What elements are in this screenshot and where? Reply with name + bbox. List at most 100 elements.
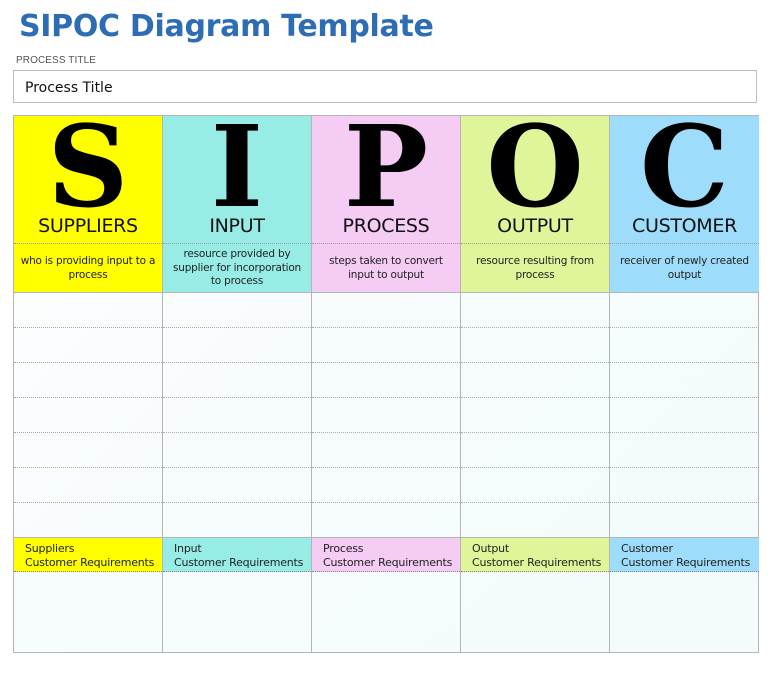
- input-entry-cell[interactable]: [163, 327, 311, 362]
- process-title-label: PROCESS TITLE: [16, 55, 97, 66]
- input-entry-cell[interactable]: [163, 292, 311, 327]
- row-divider: [14, 362, 162, 363]
- row-divider: [461, 362, 609, 363]
- sipoc-table: S SUPPLIERS who is providing input to a pr…: [13, 102, 759, 653]
- input-entry-cell[interactable]: [163, 502, 311, 537]
- row-divider: [312, 327, 460, 328]
- input-entry-cell[interactable]: [163, 362, 311, 397]
- customer-requirements-subtitle: Customer Requirements: [621, 556, 751, 569]
- input-entry-cell[interactable]: [163, 467, 311, 502]
- process-entry-cell[interactable]: [312, 397, 460, 432]
- column-suppliers: S SUPPLIERS who is providing input to a pr…: [14, 102, 163, 652]
- row-divider: [14, 502, 162, 503]
- row-divider: [312, 502, 460, 503]
- divider: [163, 243, 311, 244]
- input-requirements-cell[interactable]: [163, 572, 311, 652]
- row-divider: [312, 467, 460, 468]
- suppliers-requirements-cell[interactable]: [14, 572, 162, 652]
- column-customer: C CUSTOMER receiver of newly created outpu…: [610, 102, 759, 652]
- suppliers-entry-cell[interactable]: [14, 502, 162, 537]
- output-entry-cell[interactable]: [461, 362, 609, 397]
- input-letter: I: [210, 102, 264, 233]
- process-title-input[interactable]: Process Title: [13, 70, 757, 103]
- row-divider: [163, 327, 311, 328]
- row-divider: [163, 432, 311, 433]
- row-divider: [312, 362, 460, 363]
- suppliers-entry-cell[interactable]: [14, 327, 162, 362]
- customer-header: C CUSTOMER receiver of newly created outpu…: [610, 102, 759, 292]
- output-entry-cell[interactable]: [461, 397, 609, 432]
- suppliers-requirements-title: Suppliers: [25, 542, 75, 555]
- customer-requirements-header: Customer Customer Requirements: [610, 537, 759, 572]
- row-divider: [163, 397, 311, 398]
- output-description: resource resulting from process: [476, 255, 594, 281]
- output-entry-cell[interactable]: [461, 432, 609, 467]
- process-requirements-cell[interactable]: [312, 572, 460, 652]
- input-requirements-subtitle: Customer Requirements: [174, 556, 304, 569]
- output-heading: OUTPUT: [497, 215, 573, 237]
- input-header: I INPUT resource provided by supplier for …: [163, 102, 311, 292]
- customer-requirements-cell[interactable]: [610, 572, 759, 652]
- row-divider: [610, 467, 759, 468]
- row-divider: [312, 397, 460, 398]
- suppliers-entry-cell[interactable]: [14, 397, 162, 432]
- divider: [312, 243, 460, 244]
- suppliers-entry-cell[interactable]: [14, 467, 162, 502]
- suppliers-requirements-subtitle: Customer Requirements: [25, 556, 155, 569]
- output-entry-cell[interactable]: [461, 467, 609, 502]
- customer-entry-cell[interactable]: [610, 327, 759, 362]
- suppliers-entry-cell[interactable]: [14, 362, 162, 397]
- row-divider: [312, 432, 460, 433]
- customer-entry-cell[interactable]: [610, 432, 759, 467]
- process-entry-cell[interactable]: [312, 362, 460, 397]
- row-divider: [14, 397, 162, 398]
- process-entry-cell[interactable]: [312, 327, 460, 362]
- process-entry-cell[interactable]: [312, 502, 460, 537]
- process-description: steps taken to convert input to output: [329, 255, 443, 281]
- process-requirements-subtitle: Customer Requirements: [323, 556, 453, 569]
- suppliers-entry-cell[interactable]: [14, 292, 162, 327]
- output-entry-cell[interactable]: [461, 292, 609, 327]
- row-divider: [461, 397, 609, 398]
- output-entry-cell[interactable]: [461, 327, 609, 362]
- process-letter: P: [343, 102, 429, 233]
- page-title: SIPOC Diagram Template: [19, 9, 434, 44]
- output-entry-cell[interactable]: [461, 502, 609, 537]
- process-entry-cell[interactable]: [312, 432, 460, 467]
- row-divider: [163, 502, 311, 503]
- customer-entry-cell[interactable]: [610, 467, 759, 502]
- output-requirements-header: Output Customer Requirements: [461, 537, 609, 572]
- input-heading: INPUT: [209, 215, 265, 237]
- customer-letter: C: [639, 102, 730, 233]
- output-requirements-title: Output: [472, 542, 510, 555]
- suppliers-entry-cell[interactable]: [14, 432, 162, 467]
- suppliers-letter: S: [47, 102, 129, 233]
- customer-entry-cell[interactable]: [610, 502, 759, 537]
- process-entry-cell[interactable]: [312, 292, 460, 327]
- suppliers-description: who is providing input to a process: [20, 255, 156, 281]
- customer-requirements-title: Customer: [621, 542, 673, 555]
- row-divider: [610, 327, 759, 328]
- customer-entry-cell[interactable]: [610, 362, 759, 397]
- suppliers-requirements-header: Suppliers Customer Requirements: [14, 537, 162, 572]
- process-requirements-title: Process: [323, 542, 364, 555]
- input-entry-cell[interactable]: [163, 432, 311, 467]
- row-divider: [14, 432, 162, 433]
- customer-entry-cell[interactable]: [610, 292, 759, 327]
- customer-entry-cell[interactable]: [610, 397, 759, 432]
- input-entry-cell[interactable]: [163, 397, 311, 432]
- row-divider: [163, 362, 311, 363]
- output-header: O OUTPUT resource resulting from process: [461, 102, 609, 292]
- output-letter: O: [486, 102, 584, 233]
- column-process: P PROCESS steps taken to convert input to …: [312, 102, 461, 652]
- column-output: O OUTPUT resource resulting from process Ou…: [461, 102, 610, 652]
- divider: [610, 243, 759, 244]
- process-entry-cell[interactable]: [312, 467, 460, 502]
- output-requirements-subtitle: Customer Requirements: [472, 556, 602, 569]
- row-divider: [610, 362, 759, 363]
- customer-heading: CUSTOMER: [632, 215, 737, 237]
- output-requirements-cell[interactable]: [461, 572, 609, 652]
- process-requirements-header: Process Customer Requirements: [312, 537, 460, 572]
- input-requirements-header: Input Customer Requirements: [163, 537, 311, 572]
- row-divider: [163, 467, 311, 468]
